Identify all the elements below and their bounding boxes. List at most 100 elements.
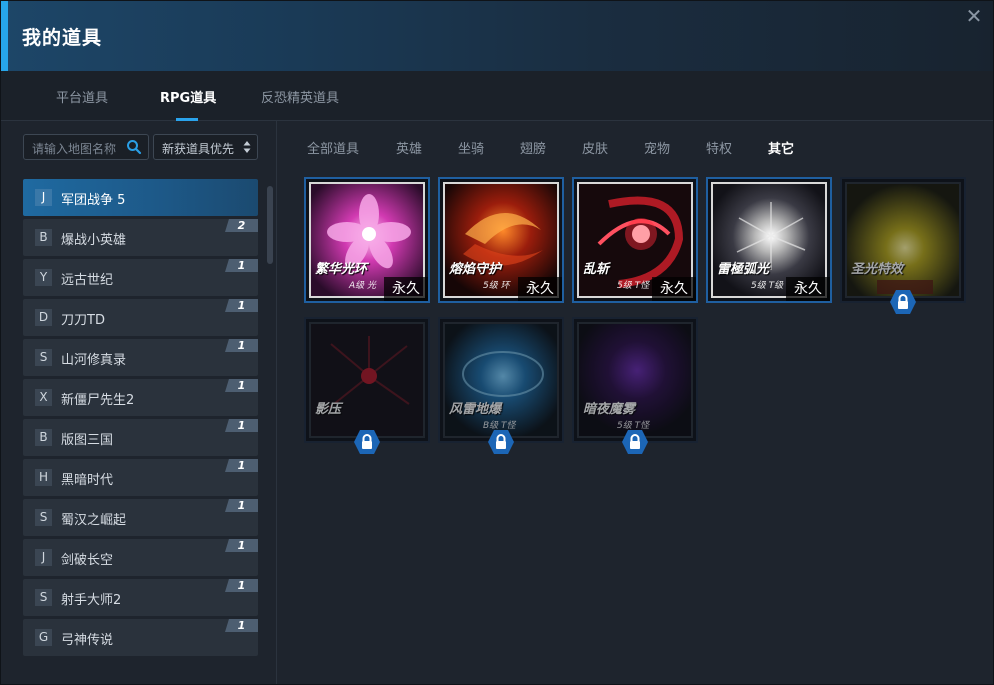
sidebar: 请输入地图名称 新获道具优先 J 军团战争 5 B 爆战小英雄 2 Y 远古世纪 1 D 刀刀TD… <box>1 121 277 684</box>
title-accent-bar <box>1 1 8 71</box>
tab-platform-props[interactable]: 平台道具 <box>56 87 108 106</box>
items-panel: 全部道具 英雄 坐骑 翅膀 皮肤 宠物 特权 其它 繁华光环 A级 光永久 熔焰守护… <box>278 121 993 684</box>
map-initial: J <box>35 189 52 206</box>
category-mount[interactable]: 坐骑 <box>458 138 484 157</box>
map-list-item[interactable]: J 剑破长空 1 <box>23 539 258 576</box>
item-artwork: 圣光特效 <box>845 182 961 298</box>
top-tabs: 平台道具 RPG道具 反恐精英道具 <box>1 71 993 121</box>
title-bar: 我的道具 ✕ <box>1 1 993 71</box>
item-card[interactable]: 乱斩 5级 T怪 永久 <box>572 177 698 303</box>
map-list-item[interactable]: B 爆战小英雄 2 <box>23 219 258 256</box>
map-name: 蜀汉之崛起 <box>61 513 127 528</box>
map-list-item[interactable]: Y 远古世纪 1 <box>23 259 258 296</box>
map-list-scrollbar[interactable] <box>267 186 273 264</box>
item-name: 影压 <box>315 402 342 417</box>
close-button[interactable]: ✕ <box>963 5 985 27</box>
map-list-item[interactable]: S 蜀汉之崛起 1 <box>23 499 258 536</box>
permanence-tag: 永久 <box>652 277 696 301</box>
map-name: 射手大师2 <box>61 593 122 608</box>
item-count-badge: 1 <box>225 539 258 552</box>
map-list-item[interactable]: D 刀刀TD 1 <box>23 299 258 336</box>
item-card[interactable]: 熔焰守护 5级 环永久 <box>438 177 564 303</box>
item-name: 风雷地爆 <box>449 402 502 417</box>
map-name: 版图三国 <box>61 433 114 448</box>
item-card[interactable]: 影压 <box>304 317 430 443</box>
tab-cs-props[interactable]: 反恐精英道具 <box>261 87 339 106</box>
item-count-badge: 1 <box>225 579 258 592</box>
item-artwork: 暗夜魔雾 5级 T怪 <box>577 322 693 438</box>
map-list-item[interactable]: S 射手大师2 1 <box>23 579 258 616</box>
lock-icon <box>622 430 648 454</box>
map-name: 爆战小英雄 <box>61 233 127 248</box>
item-card[interactable]: 暗夜魔雾 5级 T怪 <box>572 317 698 443</box>
map-initial: X <box>35 389 52 406</box>
map-list-item[interactable]: H 黑暗时代 1 <box>23 459 258 496</box>
item-count-badge: 1 <box>225 499 258 512</box>
item-name: 熔焰守护 <box>449 262 502 277</box>
map-initial: B <box>35 229 52 246</box>
map-initial: S <box>35 589 52 606</box>
map-list-item[interactable]: B 版图三国 1 <box>23 419 258 456</box>
item-count-badge: 1 <box>225 459 258 472</box>
item-grade: 5级 T级 <box>751 281 784 291</box>
map-name: 刀刀TD <box>61 313 105 328</box>
props-window: 我的道具 ✕ 平台道具 RPG道具 反恐精英道具 请输入地图名称 新获道具优先 … <box>0 0 994 685</box>
map-list-item[interactable]: J 军团战争 5 <box>23 179 258 216</box>
category-skin[interactable]: 皮肤 <box>582 138 608 157</box>
close-icon: ✕ <box>965 4 983 28</box>
item-name: 圣光特效 <box>851 262 904 277</box>
map-initial: J <box>35 549 52 566</box>
map-search-input[interactable]: 请输入地图名称 <box>23 134 149 160</box>
item-count-badge: 1 <box>225 339 258 352</box>
map-name: 新僵尸先生2 <box>61 393 135 408</box>
map-name: 山河修真录 <box>61 353 127 368</box>
category-other[interactable]: 其它 <box>768 138 794 157</box>
category-pet[interactable]: 宠物 <box>644 138 670 157</box>
permanence-tag: 永久 <box>384 277 428 301</box>
map-name: 弓神传说 <box>61 633 114 648</box>
permanence-tag: 永久 <box>786 277 830 301</box>
map-initial: H <box>35 469 52 486</box>
lock-icon <box>488 430 514 454</box>
tab-rpg-props[interactable]: RPG道具 <box>160 87 216 106</box>
item-card[interactable]: 风雷地爆 B级 T怪 <box>438 317 564 443</box>
map-initial: D <box>35 309 52 326</box>
item-name: 繁华光环 <box>315 262 368 277</box>
sort-arrows-icon <box>243 141 251 153</box>
item-artwork: 风雷地爆 B级 T怪 <box>443 322 559 438</box>
lock-icon <box>890 290 916 314</box>
map-list-item[interactable]: S 山河修真录 1 <box>23 339 258 376</box>
item-grade: 5级 T怪 <box>617 281 650 291</box>
map-name: 黑暗时代 <box>61 473 114 488</box>
item-card[interactable]: 雷極弧光 5级 T级 永久 <box>706 177 832 303</box>
permanence-tag: 永久 <box>518 277 562 301</box>
map-list: J 军团战争 5 B 爆战小英雄 2 Y 远古世纪 1 D 刀刀TD 1 S 山河修真录 1 X 新僵尸先生2… <box>23 179 259 661</box>
category-all[interactable]: 全部道具 <box>307 138 359 157</box>
map-list-item[interactable]: X 新僵尸先生2 1 <box>23 379 258 416</box>
map-initial: S <box>35 349 52 366</box>
lock-icon <box>354 430 380 454</box>
map-initial: B <box>35 429 52 446</box>
item-count-badge: 1 <box>225 259 258 272</box>
category-privilege[interactable]: 特权 <box>706 138 732 157</box>
map-name: 远古世纪 <box>61 273 114 288</box>
item-name: 乱斩 <box>583 262 610 277</box>
map-list-item[interactable]: G 弓神传说 1 <box>23 619 258 656</box>
map-initial: G <box>35 629 52 646</box>
sort-value: 新获道具优先 <box>162 142 235 156</box>
category-hero[interactable]: 英雄 <box>396 138 422 157</box>
item-name: 雷極弧光 <box>717 262 770 277</box>
item-card[interactable]: 圣光特效 <box>840 177 966 303</box>
search-placeholder: 请输入地图名称 <box>32 142 117 156</box>
item-count-badge: 1 <box>225 299 258 312</box>
map-initial: S <box>35 509 52 526</box>
item-card[interactable]: 繁华光环 A级 光永久 <box>304 177 430 303</box>
item-artwork: 影压 <box>309 322 425 438</box>
item-count-badge: 2 <box>225 219 258 232</box>
sort-select[interactable]: 新获道具优先 <box>153 134 258 160</box>
map-name: 军团战争 5 <box>61 193 126 208</box>
search-icon[interactable] <box>126 139 142 155</box>
map-initial: Y <box>35 269 52 286</box>
category-wings[interactable]: 翅膀 <box>520 138 546 157</box>
window-title: 我的道具 <box>22 27 103 49</box>
